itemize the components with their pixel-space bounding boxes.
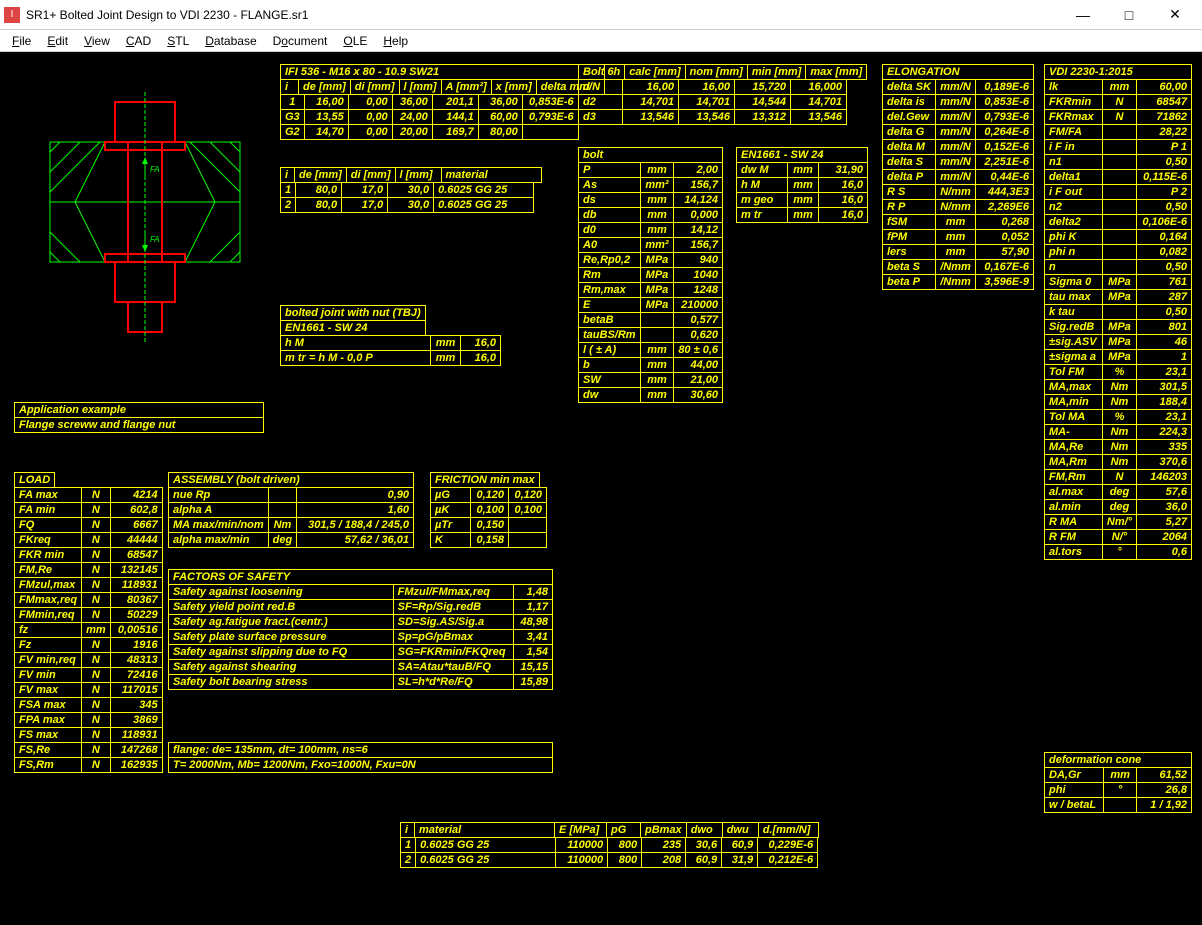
clamp-table: ide [mm]di [mm]l [mm]material 180,017,03…	[280, 167, 542, 213]
bolt6h-table: Bolt 6hcalc [mm]nom [mm]min [mm]max [mm]…	[578, 64, 867, 125]
menu-file[interactable]: File	[4, 32, 39, 50]
svg-text:FA: FA	[150, 165, 160, 174]
titlebar: I SR1+ Bolted Joint Design to VDI 2230 -…	[0, 0, 1202, 30]
joint-type-table: bolted joint with nut (TBJ) EN1661 - SW …	[280, 305, 501, 366]
materials-table: imaterialE [MPa]pGpBmaxdwodwud.[mm/N] 10…	[400, 822, 819, 868]
minimize-button[interactable]: —	[1060, 0, 1106, 30]
ifi-table: IFI 536 - M16 x 80 - 10.9 SW21 ide [mm]d…	[280, 64, 605, 140]
application-box: Application example Flange screww and fl…	[14, 402, 264, 433]
app-icon: I	[4, 7, 20, 23]
flange-box: flange: de= 135mm, dt= 100mm, ns=6 T= 20…	[168, 742, 553, 773]
menu-view[interactable]: View	[76, 32, 118, 50]
vdi-table: VDI 2230-1:2015 lkmm60,00FKRminN68547FKR…	[1044, 64, 1192, 560]
factors-table: FACTORS OF SAFETY Safety against looseni…	[168, 569, 553, 690]
assembly-table: ASSEMBLY (bolt driven) nue Rp0,90alpha A…	[168, 472, 414, 548]
drawing-canvas: FA FA IFI 536 - M16 x 80 - 10.9 SW21 ide…	[0, 52, 1202, 925]
menubar: File Edit View CAD STL Database Document…	[0, 30, 1202, 52]
window-title: SR1+ Bolted Joint Design to VDI 2230 - F…	[26, 8, 1060, 22]
menu-edit[interactable]: Edit	[39, 32, 76, 50]
svg-text:FA: FA	[150, 235, 160, 244]
close-button[interactable]: ✕	[1152, 0, 1198, 30]
bolt-diagram: FA FA	[20, 72, 270, 382]
cone-table: deformation cone DA,Grmm61,52phi°26,8w /…	[1044, 752, 1192, 813]
menu-cad[interactable]: CAD	[118, 32, 159, 50]
maximize-button[interactable]: □	[1106, 0, 1152, 30]
friction-table: FRICTION min max µG0,1200,120µK0,1000,10…	[430, 472, 547, 548]
menu-help[interactable]: Help	[375, 32, 416, 50]
load-table: LOAD FA maxN4214FA minN602,8FQN6667FKreq…	[14, 472, 163, 773]
nut-table: EN1661 - SW 24 dw Mmm31,90h Mmm16,0m geo…	[736, 147, 868, 223]
bolt-table: bolt Pmm2,00Asmm²156,7dsmm14,124dbmm0,00…	[578, 147, 723, 403]
menu-ole[interactable]: OLE	[335, 32, 375, 50]
elongation-table: ELONGATION delta SKmm/N0,189E-6delta ism…	[882, 64, 1034, 290]
menu-stl[interactable]: STL	[159, 32, 197, 50]
menu-database[interactable]: Database	[197, 32, 264, 50]
menu-document[interactable]: Document	[265, 32, 336, 50]
